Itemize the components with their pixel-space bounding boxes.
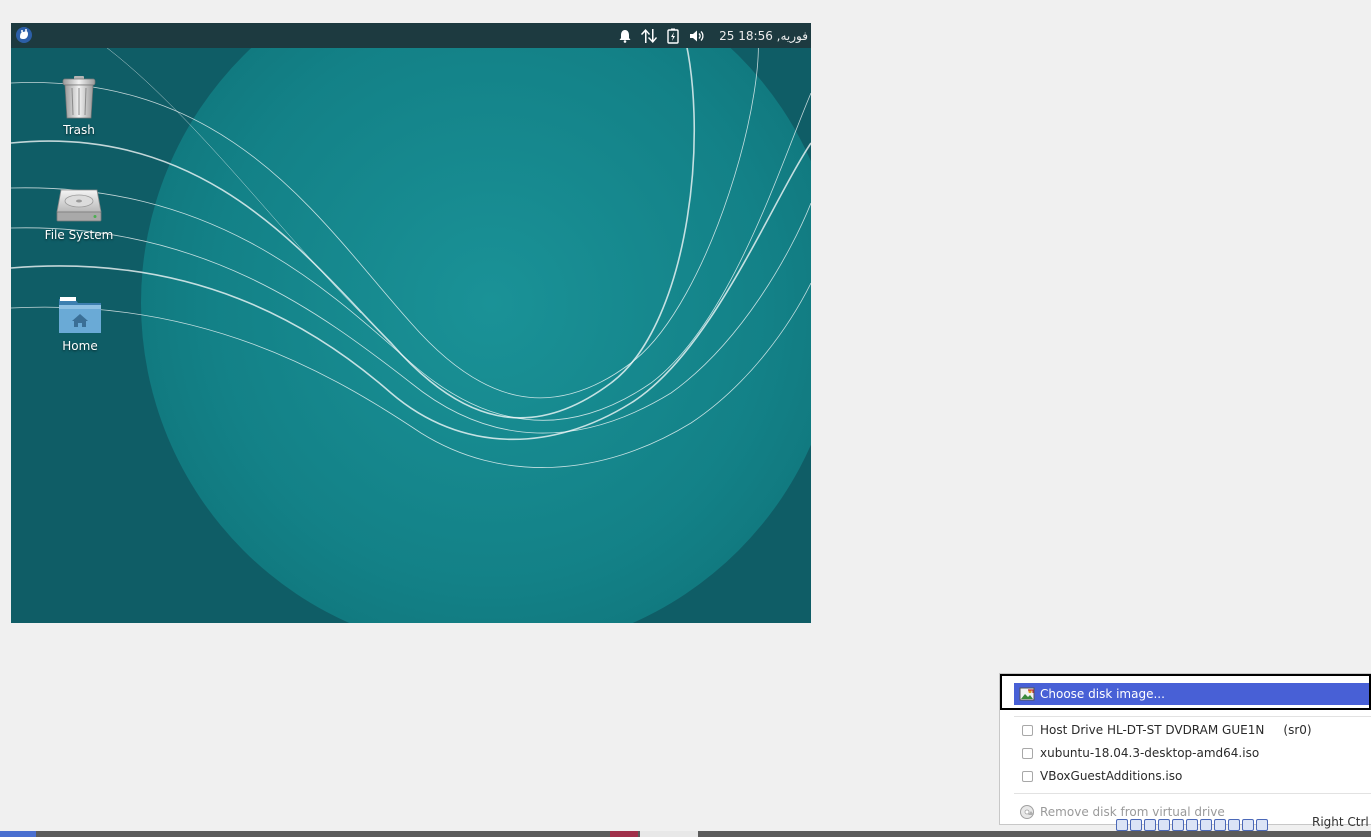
network-indicator-icon[interactable] [1158,819,1170,831]
taskbar-segment [0,831,36,837]
optical-drive-menu: Choose disk image... Host Drive HL-DT-ST… [1000,674,1371,824]
guest-display[interactable]: 25 فوریه, 18:56 Trash File System Home [11,23,811,623]
desktop-icon-file-system[interactable]: File System [31,186,127,242]
network-arrows-icon[interactable] [640,27,658,45]
focus-frame [1000,674,1371,710]
taskbar-segment [640,831,698,837]
menu-item-xubuntu-iso[interactable]: xubuntu-18.04.3-desktop-amd64.iso [1014,742,1371,764]
clock[interactable]: 25 فوریه, 18:56 [719,29,808,43]
recording-indicator-icon[interactable] [1214,819,1226,831]
usb-indicator-icon[interactable] [1172,819,1184,831]
virtualbox-window: 25 فوریه, 18:56 Trash File System Home C… [0,0,1371,837]
taskbar-segment [610,831,638,837]
menu-item-guest-additions-iso[interactable]: VBoxGuestAdditions.iso [1014,765,1371,787]
taskbar-strip [0,831,1371,837]
checkbox[interactable] [1021,770,1033,782]
mouse-integration-indicator-icon[interactable] [1242,819,1254,831]
audio-indicator-icon[interactable] [1144,819,1156,831]
checkbox[interactable] [1021,747,1033,759]
bell-icon[interactable] [616,27,634,45]
guest-top-panel: 25 فوریه, 18:56 [11,23,811,48]
menu-separator [1014,716,1371,717]
battery-icon[interactable] [664,27,682,45]
menu-item-label: VBoxGuestAdditions.iso [1040,769,1183,783]
hard-disk-indicator-icon[interactable] [1116,819,1128,831]
status-bar-indicators [1116,818,1270,832]
checkbox[interactable] [1021,724,1033,736]
desktop-icon-home[interactable]: Home [32,295,128,353]
shared-folders-indicator-icon[interactable] [1186,819,1198,831]
menu-item-label: Remove disk from virtual drive [1040,805,1225,819]
desktop-icon-label: Home [62,339,98,353]
menu-item-host-drive[interactable]: Host Drive HL-DT-ST DVDRAM GUE1N (sr0) [1014,719,1371,741]
keyboard-indicator-icon[interactable] [1256,819,1268,831]
trash-icon [62,76,96,119]
cpu-indicator-icon[interactable] [1228,819,1240,831]
desktop-icon-label: File System [44,228,114,242]
menu-item-label: xubuntu-18.04.3-desktop-amd64.iso [1040,746,1260,760]
whisker-menu-icon[interactable] [15,26,33,44]
display-indicator-icon[interactable] [1200,819,1212,831]
menu-separator [1014,793,1371,794]
optical-drive-indicator-icon[interactable] [1130,819,1142,831]
system-tray: 25 فوریه, 18:56 [613,23,811,48]
host-key-label: Right Ctrl [1312,815,1369,829]
home-folder-icon [59,297,101,333]
desktop-icon-trash[interactable]: Trash [31,75,127,137]
desktop-icon-label: Trash [63,123,95,137]
hard-drive-icon [56,189,102,222]
menu-item-label: Host Drive HL-DT-ST DVDRAM GUE1N (sr0) [1040,723,1312,737]
eject-disc-icon [1020,805,1034,819]
volume-icon[interactable] [688,27,706,45]
wallpaper [11,23,811,623]
